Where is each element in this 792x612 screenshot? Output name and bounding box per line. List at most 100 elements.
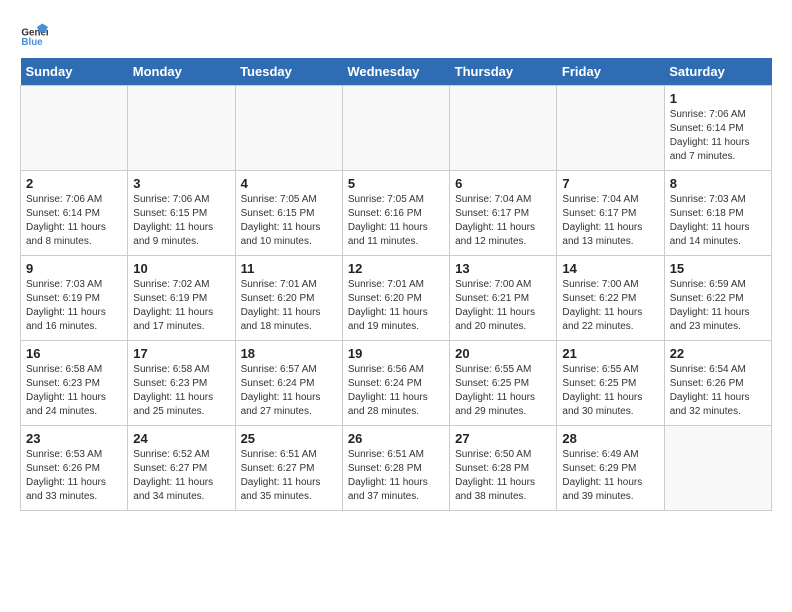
day-info: Sunrise: 7:05 AM Sunset: 6:15 PM Dayligh… <box>241 193 337 249</box>
day-cell: 22 Sunrise: 6:54 AM Sunset: 6:26 PM Dayli… <box>664 341 771 426</box>
day-number: 21 <box>562 346 658 361</box>
day-cell: 15 Sunrise: 6:59 AM Sunset: 6:22 PM Dayli… <box>664 256 771 341</box>
day-cell: 14 Sunrise: 7:00 AM Sunset: 6:22 PM Dayli… <box>557 256 664 341</box>
day-number: 2 <box>26 176 122 191</box>
day-info: Sunrise: 6:58 AM Sunset: 6:23 PM Dayligh… <box>133 363 229 419</box>
day-info: Sunrise: 7:05 AM Sunset: 6:16 PM Dayligh… <box>348 193 444 249</box>
day-number: 3 <box>133 176 229 191</box>
day-cell: 2 Sunrise: 7:06 AM Sunset: 6:14 PM Daylig… <box>21 171 128 256</box>
day-cell <box>450 86 557 171</box>
svg-text:Blue: Blue <box>21 37 43 48</box>
day-number: 18 <box>241 346 337 361</box>
day-cell <box>21 86 128 171</box>
day-cell: 9 Sunrise: 7:03 AM Sunset: 6:19 PM Daylig… <box>21 256 128 341</box>
day-info: Sunrise: 7:04 AM Sunset: 6:17 PM Dayligh… <box>562 193 658 249</box>
day-info: Sunrise: 6:50 AM Sunset: 6:28 PM Dayligh… <box>455 448 551 504</box>
day-header-saturday: Saturday <box>664 58 771 86</box>
day-info: Sunrise: 6:51 AM Sunset: 6:28 PM Dayligh… <box>348 448 444 504</box>
header: General Blue <box>20 20 772 48</box>
days-header-row: SundayMondayTuesdayWednesdayThursdayFrid… <box>21 58 772 86</box>
day-info: Sunrise: 6:59 AM Sunset: 6:22 PM Dayligh… <box>670 278 766 334</box>
week-row-1: 2 Sunrise: 7:06 AM Sunset: 6:14 PM Daylig… <box>21 171 772 256</box>
day-cell: 23 Sunrise: 6:53 AM Sunset: 6:26 PM Dayli… <box>21 426 128 511</box>
day-cell: 16 Sunrise: 6:58 AM Sunset: 6:23 PM Dayli… <box>21 341 128 426</box>
day-number: 5 <box>348 176 444 191</box>
day-number: 25 <box>241 431 337 446</box>
day-cell <box>128 86 235 171</box>
day-number: 19 <box>348 346 444 361</box>
calendar-body: 1 Sunrise: 7:06 AM Sunset: 6:14 PM Daylig… <box>21 86 772 511</box>
day-cell <box>342 86 449 171</box>
day-info: Sunrise: 7:00 AM Sunset: 6:22 PM Dayligh… <box>562 278 658 334</box>
day-header-monday: Monday <box>128 58 235 86</box>
day-info: Sunrise: 7:06 AM Sunset: 6:14 PM Dayligh… <box>26 193 122 249</box>
day-info: Sunrise: 6:54 AM Sunset: 6:26 PM Dayligh… <box>670 363 766 419</box>
day-cell: 24 Sunrise: 6:52 AM Sunset: 6:27 PM Dayli… <box>128 426 235 511</box>
day-cell: 11Sunrise: 7:01 AM Sunset: 6:20 PM Dayli… <box>235 256 342 341</box>
day-info: Sunrise: 6:53 AM Sunset: 6:26 PM Dayligh… <box>26 448 122 504</box>
day-cell: 17 Sunrise: 6:58 AM Sunset: 6:23 PM Dayli… <box>128 341 235 426</box>
day-number: 7 <box>562 176 658 191</box>
day-header-thursday: Thursday <box>450 58 557 86</box>
day-cell: 12 Sunrise: 7:01 AM Sunset: 6:20 PM Dayli… <box>342 256 449 341</box>
day-number: 1 <box>670 91 766 106</box>
day-info: Sunrise: 6:55 AM Sunset: 6:25 PM Dayligh… <box>455 363 551 419</box>
day-info: Sunrise: 7:06 AM Sunset: 6:14 PM Dayligh… <box>670 108 766 164</box>
calendar-header: SundayMondayTuesdayWednesdayThursdayFrid… <box>21 58 772 86</box>
logo-icon: General Blue <box>20 20 48 48</box>
day-header-tuesday: Tuesday <box>235 58 342 86</box>
day-cell: 26 Sunrise: 6:51 AM Sunset: 6:28 PM Dayli… <box>342 426 449 511</box>
day-number: 22 <box>670 346 766 361</box>
day-cell: 5 Sunrise: 7:05 AM Sunset: 6:16 PM Daylig… <box>342 171 449 256</box>
day-number: 23 <box>26 431 122 446</box>
day-number: 15 <box>670 261 766 276</box>
day-number: 16 <box>26 346 122 361</box>
day-cell: 6 Sunrise: 7:04 AM Sunset: 6:17 PM Daylig… <box>450 171 557 256</box>
day-cell: 20 Sunrise: 6:55 AM Sunset: 6:25 PM Dayli… <box>450 341 557 426</box>
day-number: 17 <box>133 346 229 361</box>
week-row-2: 9 Sunrise: 7:03 AM Sunset: 6:19 PM Daylig… <box>21 256 772 341</box>
day-info: Sunrise: 7:04 AM Sunset: 6:17 PM Dayligh… <box>455 193 551 249</box>
day-cell: 25 Sunrise: 6:51 AM Sunset: 6:27 PM Dayli… <box>235 426 342 511</box>
day-header-sunday: Sunday <box>21 58 128 86</box>
day-number: 27 <box>455 431 551 446</box>
week-row-3: 16 Sunrise: 6:58 AM Sunset: 6:23 PM Dayli… <box>21 341 772 426</box>
day-cell <box>235 86 342 171</box>
day-number: 6 <box>455 176 551 191</box>
day-info: Sunrise: 6:52 AM Sunset: 6:27 PM Dayligh… <box>133 448 229 504</box>
week-row-0: 1 Sunrise: 7:06 AM Sunset: 6:14 PM Daylig… <box>21 86 772 171</box>
day-number: 13 <box>455 261 551 276</box>
day-info: Sunrise: 6:49 AM Sunset: 6:29 PM Dayligh… <box>562 448 658 504</box>
day-cell <box>664 426 771 511</box>
day-number: 4 <box>241 176 337 191</box>
day-cell: 8Sunrise: 7:03 AM Sunset: 6:18 PM Daylig… <box>664 171 771 256</box>
day-info: Sunrise: 6:55 AM Sunset: 6:25 PM Dayligh… <box>562 363 658 419</box>
day-info: Sunrise: 7:03 AM Sunset: 6:18 PM Dayligh… <box>670 193 766 249</box>
day-info: Sunrise: 7:06 AM Sunset: 6:15 PM Dayligh… <box>133 193 229 249</box>
day-info: Sunrise: 7:01 AM Sunset: 6:20 PM Dayligh… <box>348 278 444 334</box>
day-cell: 4 Sunrise: 7:05 AM Sunset: 6:15 PM Daylig… <box>235 171 342 256</box>
day-number: 12 <box>348 261 444 276</box>
day-number: 9 <box>26 261 122 276</box>
day-number: 11 <box>241 261 337 276</box>
day-info: Sunrise: 6:56 AM Sunset: 6:24 PM Dayligh… <box>348 363 444 419</box>
day-header-friday: Friday <box>557 58 664 86</box>
day-info: Sunrise: 7:02 AM Sunset: 6:19 PM Dayligh… <box>133 278 229 334</box>
day-info: Sunrise: 7:00 AM Sunset: 6:21 PM Dayligh… <box>455 278 551 334</box>
day-number: 28 <box>562 431 658 446</box>
day-cell: 3 Sunrise: 7:06 AM Sunset: 6:15 PM Daylig… <box>128 171 235 256</box>
day-info: Sunrise: 6:51 AM Sunset: 6:27 PM Dayligh… <box>241 448 337 504</box>
day-info: Sunrise: 6:57 AM Sunset: 6:24 PM Dayligh… <box>241 363 337 419</box>
day-info: Sunrise: 7:03 AM Sunset: 6:19 PM Dayligh… <box>26 278 122 334</box>
day-cell: 10Sunrise: 7:02 AM Sunset: 6:19 PM Dayli… <box>128 256 235 341</box>
logo: General Blue <box>20 20 52 48</box>
day-number: 24 <box>133 431 229 446</box>
day-cell: 1 Sunrise: 7:06 AM Sunset: 6:14 PM Daylig… <box>664 86 771 171</box>
calendar-table: SundayMondayTuesdayWednesdayThursdayFrid… <box>20 58 772 511</box>
day-header-wednesday: Wednesday <box>342 58 449 86</box>
day-info: Sunrise: 6:58 AM Sunset: 6:23 PM Dayligh… <box>26 363 122 419</box>
day-number: 20 <box>455 346 551 361</box>
day-number: 26 <box>348 431 444 446</box>
day-number: 14 <box>562 261 658 276</box>
day-cell <box>557 86 664 171</box>
